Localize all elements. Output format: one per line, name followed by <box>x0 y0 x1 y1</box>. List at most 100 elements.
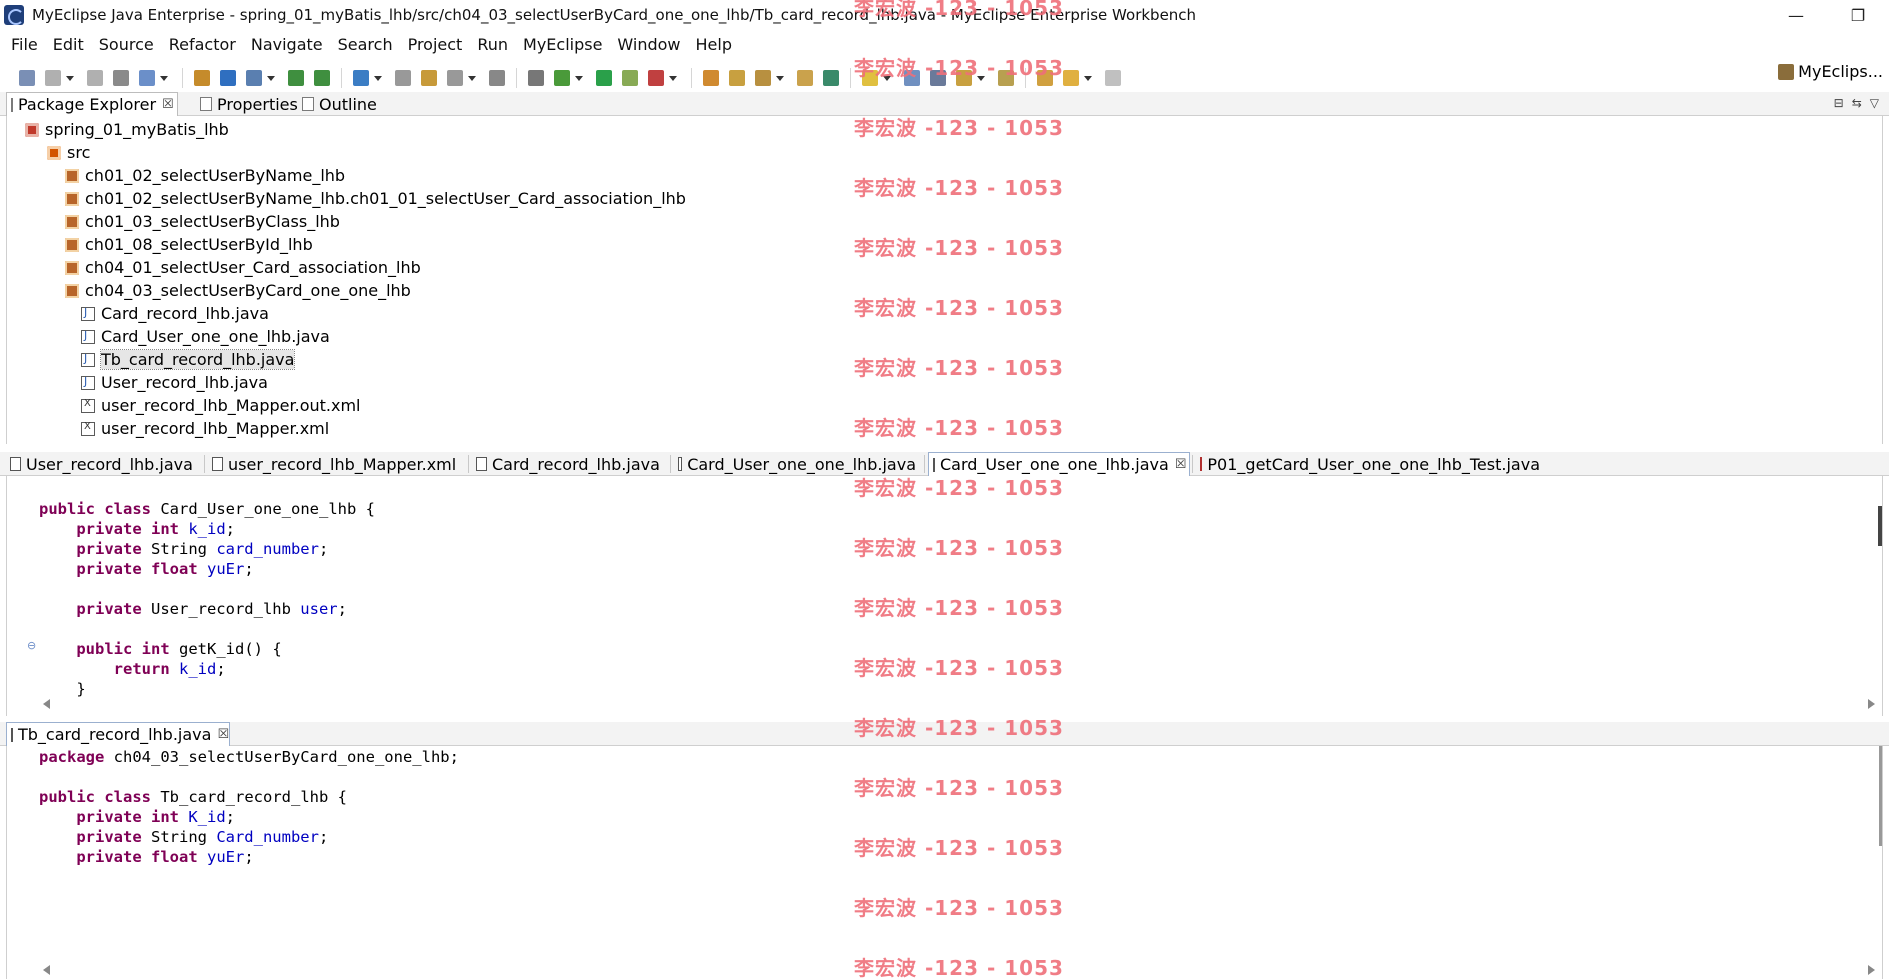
toolbar-button-icon[interactable] <box>729 70 745 86</box>
dropdown-arrow-icon[interactable] <box>66 75 74 81</box>
scroll-right-icon[interactable] <box>1868 699 1875 709</box>
tree-item[interactable]: Card_User_one_one_lhb.java <box>81 325 330 348</box>
tab-package-explorer[interactable]: Package Explorer ☒ <box>6 92 178 116</box>
link-editor-icon[interactable]: ⇆ <box>1852 96 1862 110</box>
toolbar-button-icon[interactable] <box>19 70 35 86</box>
code-line: return k_id; <box>39 660 226 680</box>
tree-item[interactable]: Card_record_lhb.java <box>81 302 269 325</box>
toolbar-button-icon[interactable] <box>528 70 544 86</box>
keyword-token: package <box>39 748 105 766</box>
code-line: private float yuEr; <box>39 848 253 868</box>
menu-window[interactable]: Window <box>614 35 692 54</box>
menu-search[interactable]: Search <box>335 35 405 54</box>
restore-button[interactable]: ❐ <box>1831 0 1885 30</box>
toolbar-button-icon[interactable] <box>194 70 210 86</box>
perspective-switcher[interactable]: MyEclips... <box>1778 62 1883 81</box>
minimize-button[interactable]: — <box>1769 0 1823 30</box>
tree-item-label: ch01_03_selectUserByClass_lhb <box>85 212 340 231</box>
tree-item[interactable]: ch04_03_selectUserByCard_one_one_lhb <box>65 279 411 302</box>
dropdown-arrow-icon[interactable] <box>575 75 583 81</box>
toolbar-button-icon[interactable] <box>447 70 463 86</box>
tree-item[interactable]: Tb_card_record_lhb.java <box>81 348 296 371</box>
tree-item[interactable]: ch01_03_selectUserByClass_lhb <box>65 210 340 233</box>
toolbar-button-icon[interactable] <box>755 70 771 86</box>
toolbar-button-icon[interactable] <box>823 70 839 86</box>
scroll-right-icon[interactable] <box>1868 965 1875 975</box>
tree-item[interactable]: ch01_08_selectUserById_lhb <box>65 233 313 256</box>
tree-item[interactable]: user_record_lhb_Mapper.out.xml <box>81 394 361 417</box>
toolbar-button-icon[interactable] <box>596 70 612 86</box>
toolbar-button-icon[interactable] <box>139 70 155 86</box>
menu-run[interactable]: Run <box>474 35 520 54</box>
toolbar-separator <box>691 68 692 88</box>
editor-tab[interactable]: user_record_lhb_Mapper.xml <box>208 452 466 476</box>
tab-tb-card-record[interactable]: Tb_card_record_lhb.java ☒ <box>6 722 230 746</box>
toolbar-button-icon[interactable] <box>288 70 304 86</box>
myeclipse-app-icon <box>4 5 24 25</box>
scroll-left-icon[interactable] <box>43 965 50 975</box>
toolbar-button-icon[interactable] <box>246 70 262 86</box>
menu-project[interactable]: Project <box>405 35 475 54</box>
tree-item[interactable]: User_record_lhb.java <box>81 371 268 394</box>
dropdown-arrow-icon[interactable] <box>776 75 784 81</box>
toolbar-button-icon[interactable] <box>314 70 330 86</box>
tree-item[interactable]: ch01_02_selectUserByName_lhb.ch01_01_sel… <box>65 187 686 210</box>
code-token: String <box>141 828 217 846</box>
toolbar-button-icon[interactable] <box>703 70 719 86</box>
tree-item[interactable]: ch04_01_selectUser_Card_association_lhb <box>65 256 421 279</box>
editor-tab[interactable]: Card_record_lhb.java <box>472 452 668 476</box>
toolbar-button-icon[interactable] <box>87 70 103 86</box>
toolbar-button-icon[interactable] <box>648 70 664 86</box>
menu-navigate[interactable]: Navigate <box>248 35 335 54</box>
code-token: ; <box>244 560 254 578</box>
tree-item-label: ch04_03_selectUserByCard_one_one_lhb <box>85 281 411 300</box>
dropdown-arrow-icon[interactable] <box>160 75 168 81</box>
fold-icon[interactable]: ⊖ <box>27 639 36 652</box>
dropdown-arrow-icon[interactable] <box>669 75 677 81</box>
menu-myeclipse[interactable]: MyEclipse <box>520 35 614 54</box>
menu-refactor[interactable]: Refactor <box>166 35 248 54</box>
scroll-left-icon[interactable] <box>43 699 50 709</box>
toolbar-button-icon[interactable] <box>622 70 638 86</box>
watermark-text: 李宏波 -123 - 1053 <box>854 416 1064 440</box>
collapse-all-icon[interactable]: ⊟ <box>1834 96 1844 110</box>
toolbar-button-icon[interactable] <box>1063 70 1079 86</box>
toolbar-button-icon[interactable] <box>353 70 369 86</box>
toolbar-button-icon[interactable] <box>220 70 236 86</box>
toolbar-button-icon[interactable] <box>1105 70 1121 86</box>
watermark-text: 李宏波 -123 - 1053 <box>854 296 1064 320</box>
tab-properties[interactable]: Properties <box>196 92 304 116</box>
horizontal-scrollbar[interactable] <box>43 696 1875 712</box>
toolbar-button-icon[interactable] <box>395 70 411 86</box>
tree-item[interactable]: src <box>47 141 90 164</box>
dropdown-arrow-icon[interactable] <box>374 75 382 81</box>
tree-item[interactable]: spring_01_myBatis_lhb <box>25 118 229 141</box>
toolbar-button-icon[interactable] <box>489 70 505 86</box>
keyword-token: class <box>104 788 152 806</box>
tab-outline[interactable]: Outline <box>298 92 383 116</box>
dropdown-arrow-icon[interactable] <box>267 75 275 81</box>
dropdown-arrow-icon[interactable] <box>1084 75 1092 81</box>
menu-edit[interactable]: Edit <box>50 35 96 54</box>
toolbar-button-icon[interactable] <box>797 70 813 86</box>
toolbar-button-icon[interactable] <box>45 70 61 86</box>
outline-icon <box>302 97 314 111</box>
editor-tab[interactable]: User_record_lhb.java <box>6 452 202 476</box>
close-icon[interactable]: ☒ <box>162 97 174 112</box>
menu-help[interactable]: Help <box>693 35 744 54</box>
toolbar-button-icon[interactable] <box>554 70 570 86</box>
toolbar-button-icon[interactable] <box>113 70 129 86</box>
menu-source[interactable]: Source <box>96 35 166 54</box>
close-icon[interactable]: ☒ <box>217 727 229 742</box>
editor-tab[interactable]: P01_getCard_User_one_one_lhb_Test.java <box>1196 452 1546 476</box>
vertical-scrollbar[interactable] <box>1879 746 1882 846</box>
menu-file[interactable]: File <box>8 35 50 54</box>
vertical-scrollbar[interactable] <box>1878 506 1882 546</box>
close-icon[interactable]: ☒ <box>1175 457 1187 472</box>
tree-item[interactable]: ch01_02_selectUserByName_lhb <box>65 164 345 187</box>
view-menu-icon[interactable]: ▽ <box>1870 96 1879 110</box>
toolbar-button-icon[interactable] <box>421 70 437 86</box>
tree-item[interactable]: user_record_lhb_Mapper.xml <box>81 417 329 440</box>
dropdown-arrow-icon[interactable] <box>468 75 476 81</box>
